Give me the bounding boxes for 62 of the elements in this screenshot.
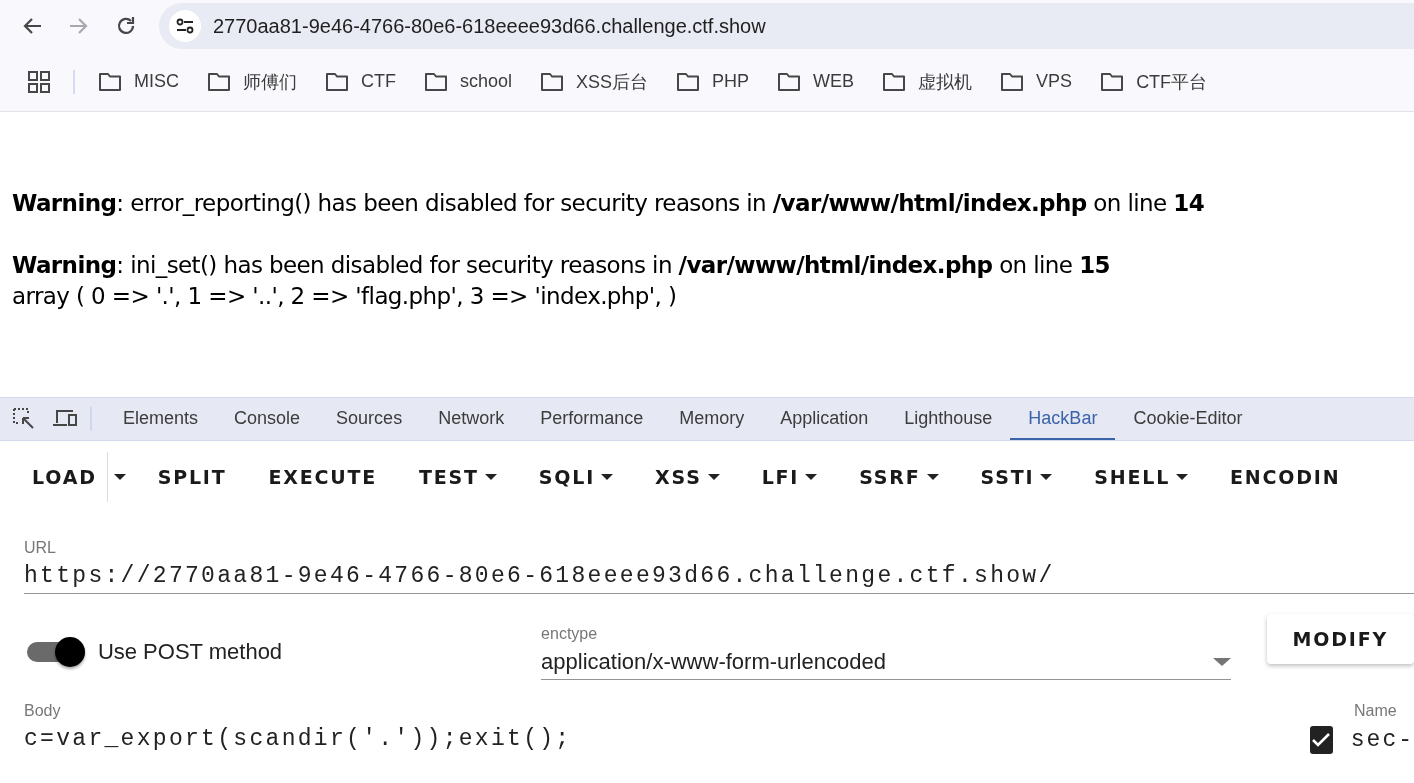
bookmark[interactable]: CTF xyxy=(325,69,396,94)
bookmark[interactable]: MISC xyxy=(98,69,179,94)
bookmark[interactable]: PHP xyxy=(676,69,750,94)
devtools-tab[interactable]: Sources xyxy=(318,398,421,440)
toolbar-button[interactable]: SSTI xyxy=(964,456,1069,498)
caret-icon xyxy=(1176,473,1189,481)
check-icon xyxy=(1312,733,1331,747)
toggle-switch[interactable] xyxy=(27,637,84,667)
checkbox[interactable] xyxy=(1310,726,1333,754)
devtools-tab[interactable]: Elements xyxy=(105,398,217,440)
url-text: 2770aa81-9e46-4766-80e6-618eeee93d66.challenge.ctf.show xyxy=(213,14,766,38)
devtools-tab[interactable]: Network xyxy=(420,398,523,440)
caret-icon xyxy=(484,473,497,481)
toolbar-button[interactable]: SHELL xyxy=(1078,456,1205,498)
caret-icon xyxy=(805,473,818,481)
address-bar[interactable]: 2770aa81-9e46-4766-80e6-618eeee93d66.challenge.ctf.show xyxy=(159,3,1414,49)
caret-icon xyxy=(1040,473,1053,481)
output-text: array ( 0 => '.', 1 => '..', 2 => 'flag.php', 3 => 'index.php', ) xyxy=(12,282,678,311)
bookmark[interactable]: school xyxy=(424,69,513,94)
enctype-select[interactable]: application/x-www-form-urlencoded xyxy=(541,644,1231,680)
bookmark[interactable]: 虚拟机 xyxy=(882,69,973,94)
header-name: sec- xyxy=(1350,727,1414,753)
warning-message: Warning: ini_set() has been disabled for security reasons in /var/www/html/index.php on line 15 xyxy=(12,251,1111,280)
devtools-tab[interactable]: Memory xyxy=(661,398,763,440)
field-label: URL xyxy=(24,539,57,557)
devtools-tab[interactable]: Application xyxy=(762,398,887,440)
bookmark[interactable]: VPS xyxy=(1000,69,1073,94)
toolbar-button[interactable]: EXECUTE xyxy=(252,456,394,498)
toolbar-button[interactable]: SSRF xyxy=(843,456,955,498)
reload-icon xyxy=(115,15,137,37)
toolbar-button[interactable]: XSS xyxy=(639,456,736,498)
site-settings-icon xyxy=(175,16,195,36)
inspect-icon xyxy=(12,407,36,431)
apps-grid-icon xyxy=(27,69,51,94)
toolbar-button[interactable]: SQLI xyxy=(522,456,630,498)
caret-icon xyxy=(113,473,126,481)
bookmark[interactable]: 师傅们 xyxy=(207,69,297,94)
toggle-label: Use POST method xyxy=(97,639,283,665)
toolbar-button[interactable]: TEST xyxy=(403,456,513,498)
url-field[interactable]: https://2770aa81-9e46-4766-80e6-618eeee93d66.challenge.ctf.show/ xyxy=(24,557,1414,594)
devtools-tab[interactable]: Cookie-Editor xyxy=(1115,398,1261,440)
modify-button[interactable]: MODIFY xyxy=(1266,614,1414,664)
column-header: Name xyxy=(1354,702,1398,720)
caret-icon xyxy=(926,473,939,481)
body-field[interactable]: c=var_export(scandir('.'));exit(); xyxy=(24,726,1310,752)
toolbar-button[interactable]: ENCODIN xyxy=(1214,456,1357,498)
toolbar-button[interactable]: SPLIT xyxy=(141,456,243,498)
caret-icon xyxy=(707,473,720,481)
toolbar-button[interactable]: LOAD xyxy=(16,456,113,498)
toolbar-button[interactable]: LFI xyxy=(745,456,834,498)
bookmark[interactable]: XSS后台 xyxy=(540,69,649,94)
devtools-tab[interactable]: HackBar xyxy=(1010,398,1116,440)
bookmark[interactable]: WEB xyxy=(777,69,855,94)
field-label: Body xyxy=(24,702,62,720)
devtools-tab[interactable]: Console xyxy=(216,398,319,440)
dropdown-arrow-icon xyxy=(1212,656,1231,667)
devtools-tab[interactable]: Performance xyxy=(522,398,662,440)
devtools-tab[interactable]: Lighthouse xyxy=(886,398,1011,440)
field-label: enctype xyxy=(541,624,599,643)
warning-message: Warning: error_reporting() has been disabled for security reasons in /var/www/html/index.php on line 14 xyxy=(12,189,1206,218)
caret-icon xyxy=(601,473,614,481)
bookmark[interactable]: CTF平台 xyxy=(1100,69,1208,94)
